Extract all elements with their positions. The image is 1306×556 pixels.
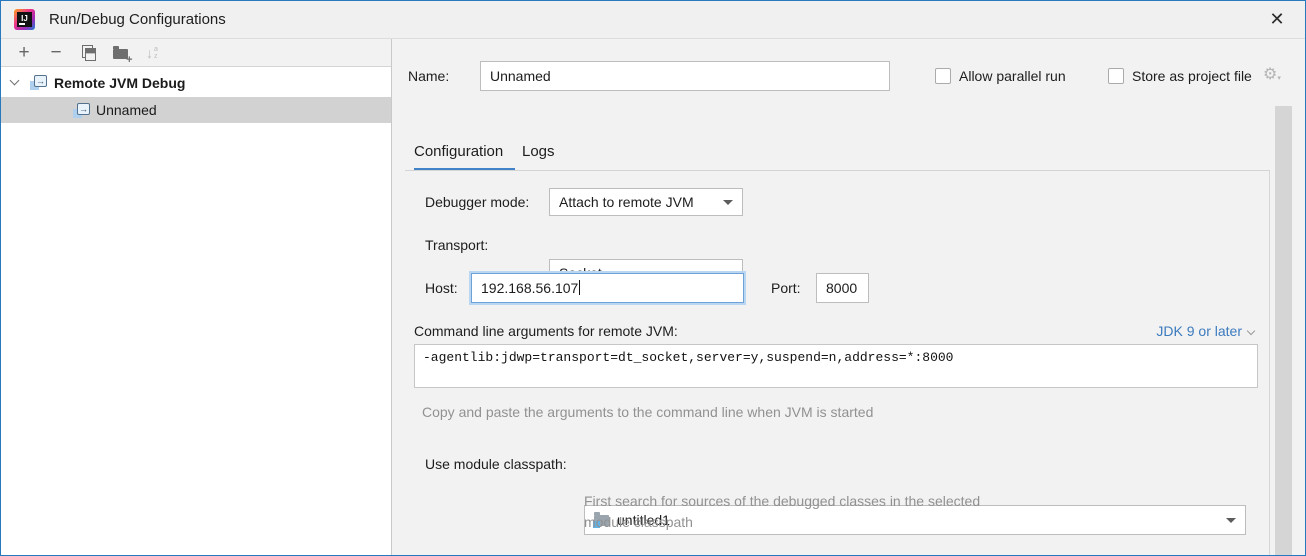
- remove-icon: −: [50, 41, 62, 63]
- cmdline-label: Command line arguments for remote JVM:: [414, 323, 678, 339]
- tree-group-remote-jvm-debug[interactable]: → Remote JVM Debug: [1, 68, 391, 97]
- title-bar: IJ Run/Debug Configurations ✕: [1, 1, 1305, 39]
- remove-configuration-button[interactable]: −: [43, 42, 69, 64]
- module-classpath-label: Use module classpath:: [425, 456, 567, 472]
- configurations-sidebar: + − + ↓ az → Remote JVM Debug → Unnamed: [1, 39, 392, 555]
- dropdown-arrow-icon: [1226, 518, 1236, 523]
- run-debug-configurations-dialog: IJ Run/Debug Configurations ✕ + − + ↓ az: [0, 0, 1306, 556]
- allow-parallel-run-label: Allow parallel run: [959, 68, 1066, 84]
- name-label: Name:: [408, 68, 450, 84]
- remote-jvm-debug-icon: →: [73, 102, 90, 118]
- dropdown-arrow-icon: [723, 200, 733, 205]
- tab-separator-line: [405, 170, 1269, 171]
- configuration-editor-panel: Name: Unnamed Allow parallel run Store a…: [393, 39, 1305, 555]
- debugger-mode-value: Attach to remote JVM: [559, 194, 694, 210]
- tree-item-unnamed[interactable]: → Unnamed: [1, 97, 391, 123]
- jdk-version-label: JDK 9 or later: [1156, 323, 1242, 339]
- add-configuration-button[interactable]: +: [11, 42, 37, 64]
- vertical-scrollbar-thumb[interactable]: [1275, 106, 1292, 555]
- transport-label: Transport:: [425, 237, 489, 253]
- tree-item-label: Unnamed: [96, 102, 157, 118]
- sidebar-toolbar: + − + ↓ az: [1, 39, 391, 67]
- module-classpath-hint-line1: First search for sources of the debugged…: [584, 493, 981, 509]
- tree-group-label: Remote JVM Debug: [54, 74, 186, 91]
- module-classpath-hint-line2: module classpath: [584, 514, 693, 530]
- tab-logs[interactable]: Logs: [522, 139, 555, 165]
- add-icon: +: [18, 41, 30, 63]
- store-as-project-file-label: Store as project file: [1132, 68, 1252, 84]
- text-caret: [579, 280, 581, 295]
- debugger-mode-select[interactable]: Attach to remote JVM: [549, 188, 743, 216]
- host-value: 192.168.56.107: [481, 280, 579, 296]
- chevron-down-icon[interactable]: [9, 75, 20, 86]
- host-input[interactable]: 192.168.56.107: [471, 273, 744, 303]
- intellij-logo-icon: IJ: [14, 9, 35, 30]
- host-label: Host:: [425, 280, 458, 296]
- intellij-logo-text: IJ: [17, 12, 32, 27]
- cmdline-hint: Copy and paste the arguments to the comm…: [422, 404, 874, 420]
- remote-jvm-debug-icon: →: [30, 75, 47, 90]
- sort-configurations-button[interactable]: ↓ az: [139, 42, 165, 64]
- copy-configuration-button[interactable]: [75, 42, 101, 64]
- port-input[interactable]: 8000: [816, 273, 869, 303]
- window-title: Run/Debug Configurations: [49, 11, 226, 28]
- store-as-project-file-checkbox[interactable]: [1108, 68, 1124, 84]
- chevron-down-icon: [1246, 326, 1256, 336]
- cmdline-arguments-field[interactable]: -agentlib:jdwp=transport=dt_socket,serve…: [414, 344, 1258, 388]
- port-label: Port:: [771, 280, 801, 296]
- new-folder-button[interactable]: +: [107, 42, 133, 66]
- allow-parallel-run-checkbox[interactable]: [935, 68, 951, 84]
- name-input[interactable]: Unnamed: [480, 61, 890, 91]
- gear-icon[interactable]: ⚙▾: [1263, 67, 1281, 87]
- close-icon[interactable]: ✕: [1255, 1, 1299, 38]
- copy-icon: [81, 45, 96, 61]
- debugger-mode-label: Debugger mode:: [425, 194, 530, 210]
- sort-az-icon: ↓ az: [146, 44, 158, 61]
- jdk-version-selector[interactable]: JDK 9 or later: [1156, 320, 1256, 342]
- new-folder-icon: +: [112, 46, 133, 66]
- content-edge-line: [1269, 170, 1270, 555]
- tab-configuration[interactable]: Configuration: [414, 139, 503, 165]
